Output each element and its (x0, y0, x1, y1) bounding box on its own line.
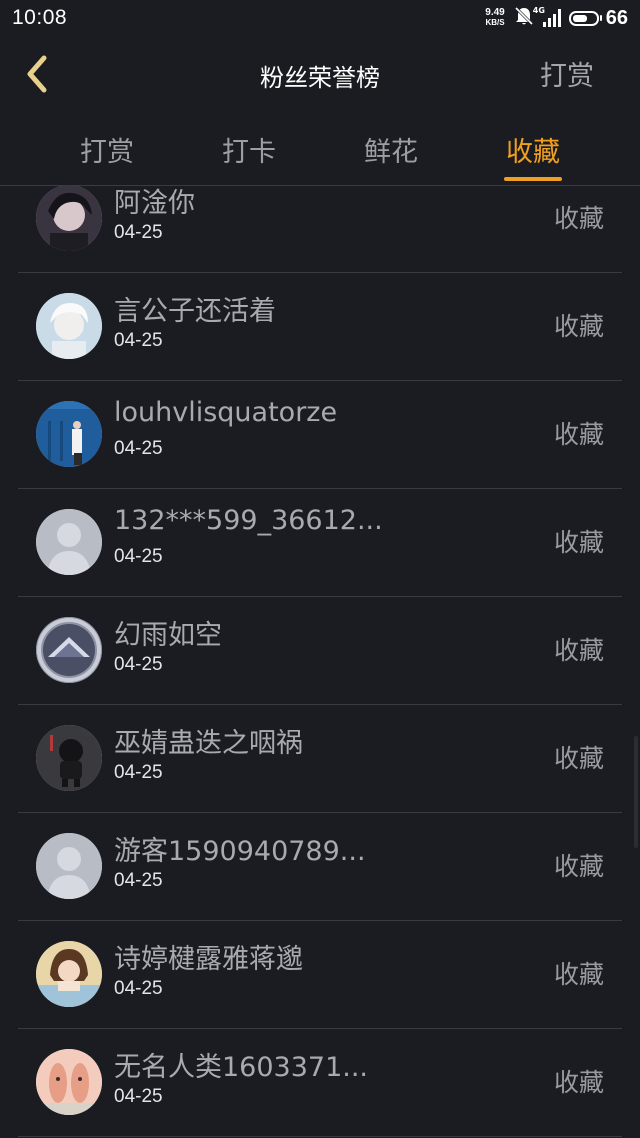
favorite-label: 收藏 (553, 744, 604, 773)
user-name: 132***599_36612... (114, 505, 383, 536)
network-speed: 9.49 KB/S (485, 8, 504, 28)
app-screen: 10:08 9.49 KB/S 4G 66 粉丝荣誉榜 打赏 打赏 打卡 鲜花 … (0, 0, 640, 1138)
scrollbar[interactable] (634, 736, 638, 848)
tab-reward[interactable]: 打赏 (80, 130, 134, 169)
anime-white-hair-avatar (36, 293, 102, 359)
tab-favorites[interactable]: 收藏 (506, 130, 560, 169)
network-type: 4G (532, 6, 545, 15)
favorite-date: 04-25 (114, 546, 163, 567)
favorite-label: 收藏 (553, 852, 604, 881)
favorite-label: 收藏 (553, 636, 604, 665)
fan-list: 阿淦你 04-25 收藏 言公子还活着 04-25 收藏 louhvlisqua… (0, 186, 640, 1138)
list-item[interactable]: 无名人类1603371... 04-25 收藏 (18, 1029, 622, 1137)
favorite-label: 收藏 (553, 420, 604, 449)
list-item[interactable]: 132***599_36612... 04-25 收藏 (18, 489, 622, 597)
user-name: 巫婧蛊迭之咽祸 (114, 728, 303, 759)
list-item[interactable]: 言公子还活着 04-25 收藏 (18, 273, 622, 381)
fan-pattern-avatar (36, 617, 102, 683)
network-speed-unit: KB/S (485, 18, 505, 27)
user-name: 幻雨如空 (114, 620, 222, 651)
favorite-date: 04-25 (114, 330, 163, 351)
favorite-label: 收藏 (553, 960, 604, 989)
active-tab-indicator (504, 177, 562, 181)
list-item[interactable]: 诗婷楗露雅蒋邈 04-25 收藏 (18, 921, 622, 1029)
battery-icon: 66 (568, 6, 628, 30)
list-item[interactable]: 巫婧蛊迭之咽祸 04-25 收藏 (18, 705, 622, 813)
default-avatar (36, 509, 102, 575)
favorite-date: 04-25 (114, 438, 163, 459)
default-avatar (36, 833, 102, 899)
list-item[interactable]: 阿淦你 04-25 收藏 (18, 186, 622, 273)
reward-button[interactable]: 打赏 (540, 54, 594, 93)
status-icons: 9.49 KB/S 4G 66 (485, 5, 628, 31)
tab-checkin[interactable]: 打卡 (222, 130, 276, 169)
user-name: louhvlisquatorze (114, 397, 338, 428)
favorite-date: 04-25 (114, 222, 163, 243)
signal-strength-icon: 4G (533, 6, 561, 27)
battery-percentage: 66 (605, 6, 628, 29)
user-name: 无名人类1603371... (114, 1052, 368, 1083)
tab-flowers[interactable]: 鲜花 (364, 130, 418, 169)
girl-photo-avatar (36, 941, 102, 1007)
user-name: 言公子还活着 (114, 296, 276, 327)
user-name: 阿淦你 (114, 188, 195, 219)
header: 粉丝荣誉榜 打赏 (0, 36, 640, 110)
bell-muted-icon (513, 5, 535, 31)
favorite-date: 04-25 (114, 870, 163, 891)
list-item[interactable]: 幻雨如空 04-25 收藏 (18, 597, 622, 705)
favorite-label: 收藏 (553, 1068, 604, 1097)
user-name: 游客1590940789... (114, 836, 366, 867)
pink-rabbits-avatar (36, 1049, 102, 1115)
dark-toy-avatar (36, 725, 102, 791)
network-speed-value: 9.49 (485, 7, 505, 18)
favorite-date: 04-25 (114, 762, 163, 783)
tab-bar: 打赏 打卡 鲜花 收藏 (0, 118, 640, 186)
photo-blue-container-avatar (36, 401, 102, 467)
favorite-date: 04-25 (114, 1086, 163, 1107)
favorite-label: 收藏 (553, 312, 604, 341)
status-time: 10:08 (12, 6, 68, 29)
favorite-label: 收藏 (553, 528, 604, 557)
list-item[interactable]: 游客1590940789... 04-25 收藏 (18, 813, 622, 921)
list-item[interactable]: louhvlisquatorze 04-25 收藏 (18, 381, 622, 489)
favorite-date: 04-25 (114, 654, 163, 675)
user-name: 诗婷楗露雅蒋邈 (114, 944, 303, 975)
anime-boy-avatar (36, 186, 102, 251)
favorite-date: 04-25 (114, 978, 163, 999)
status-bar: 10:08 9.49 KB/S 4G 66 (0, 0, 640, 36)
favorite-label: 收藏 (553, 204, 604, 233)
